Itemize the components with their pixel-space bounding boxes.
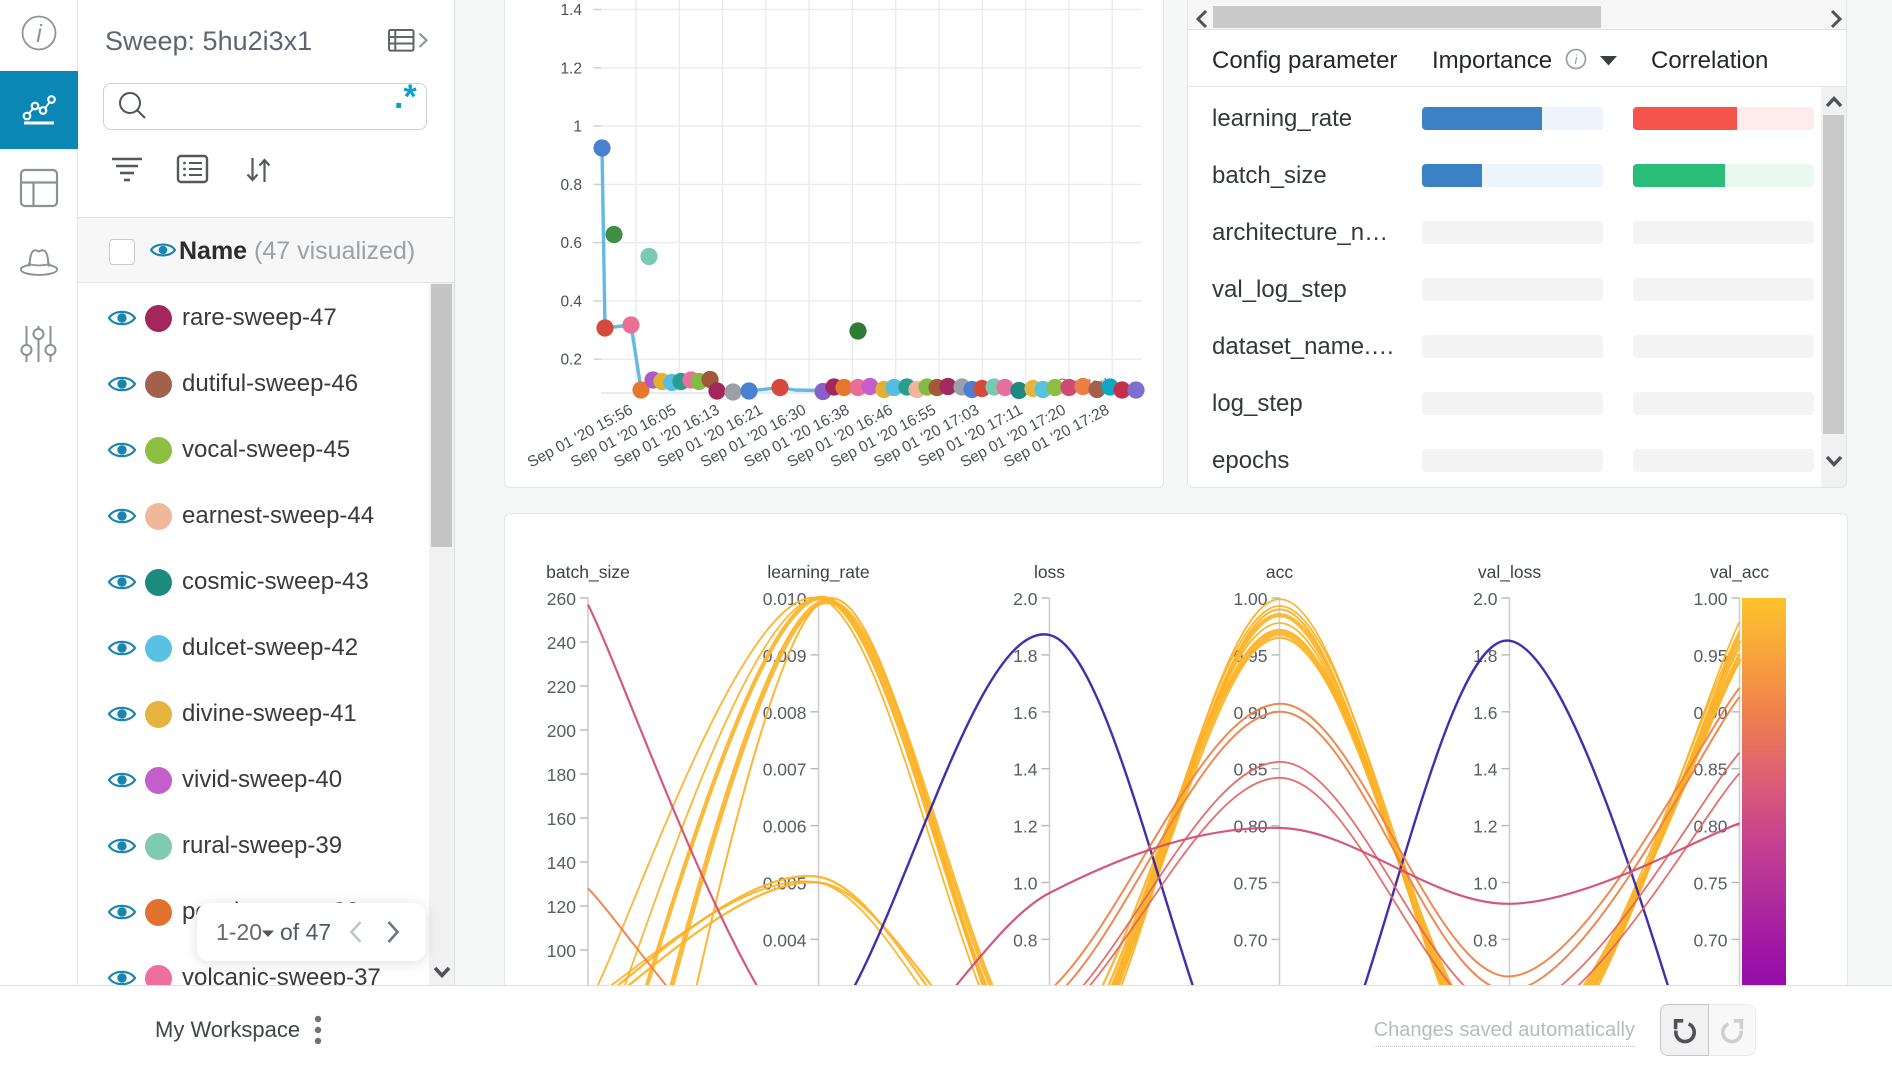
svg-text:0.75: 0.75 bbox=[1693, 874, 1727, 894]
svg-text:160: 160 bbox=[547, 809, 576, 829]
svg-text:0.75: 0.75 bbox=[1233, 874, 1267, 894]
svg-text:200: 200 bbox=[547, 721, 576, 741]
svg-text:0.2: 0.2 bbox=[560, 352, 582, 369]
svg-text:0.80: 0.80 bbox=[1233, 817, 1267, 837]
svg-text:1.2: 1.2 bbox=[560, 60, 582, 77]
svg-text:val_loss: val_loss bbox=[1478, 562, 1541, 583]
svg-text:acc: acc bbox=[1266, 562, 1293, 582]
svg-text:2.0: 2.0 bbox=[1473, 589, 1498, 609]
svg-text:1.4: 1.4 bbox=[1473, 760, 1498, 780]
svg-text:1: 1 bbox=[573, 119, 582, 136]
svg-text:val_acc: val_acc bbox=[1710, 562, 1770, 583]
svg-text:1.6: 1.6 bbox=[1013, 703, 1037, 723]
svg-text:1.2: 1.2 bbox=[1473, 817, 1497, 837]
svg-text:batch_size: batch_size bbox=[546, 562, 630, 583]
svg-text:i: i bbox=[1575, 52, 1579, 67]
svg-text:0.90: 0.90 bbox=[1233, 703, 1267, 723]
svg-text:0.8: 0.8 bbox=[1013, 930, 1037, 950]
svg-text:1.0: 1.0 bbox=[1013, 874, 1038, 894]
svg-text:1.4: 1.4 bbox=[1013, 760, 1038, 780]
svg-text:0.85: 0.85 bbox=[1233, 760, 1267, 780]
svg-text:1.2: 1.2 bbox=[1013, 817, 1037, 837]
svg-text:220: 220 bbox=[547, 677, 576, 697]
svg-text:180: 180 bbox=[547, 765, 576, 785]
svg-text:0.70: 0.70 bbox=[1233, 930, 1267, 950]
svg-text:loss: loss bbox=[1034, 562, 1065, 582]
svg-text:0.6: 0.6 bbox=[560, 235, 582, 252]
svg-text:1.0: 1.0 bbox=[1473, 874, 1498, 894]
svg-text:2.0: 2.0 bbox=[1013, 589, 1038, 609]
svg-text:learning_rate: learning_rate bbox=[767, 562, 869, 583]
svg-text:120: 120 bbox=[547, 897, 576, 917]
svg-text:0.80: 0.80 bbox=[1693, 817, 1727, 837]
svg-text:0.4: 0.4 bbox=[560, 293, 582, 310]
svg-text:240: 240 bbox=[547, 633, 576, 653]
svg-text:100: 100 bbox=[547, 941, 576, 961]
svg-text:0.006: 0.006 bbox=[763, 817, 807, 837]
svg-text:1.00: 1.00 bbox=[1693, 589, 1727, 609]
svg-text:260: 260 bbox=[547, 589, 576, 609]
svg-text:0.8: 0.8 bbox=[1473, 930, 1497, 950]
svg-text:0.8: 0.8 bbox=[560, 177, 582, 194]
svg-text:1.6: 1.6 bbox=[1473, 703, 1497, 723]
svg-text:140: 140 bbox=[547, 853, 576, 873]
svg-text:0.70: 0.70 bbox=[1693, 930, 1727, 950]
svg-text:1.4: 1.4 bbox=[560, 2, 582, 19]
svg-text:0.004: 0.004 bbox=[763, 930, 807, 950]
svg-text:i: i bbox=[36, 20, 43, 48]
svg-text:1.8: 1.8 bbox=[1473, 646, 1497, 666]
svg-text:0.007: 0.007 bbox=[763, 760, 807, 780]
